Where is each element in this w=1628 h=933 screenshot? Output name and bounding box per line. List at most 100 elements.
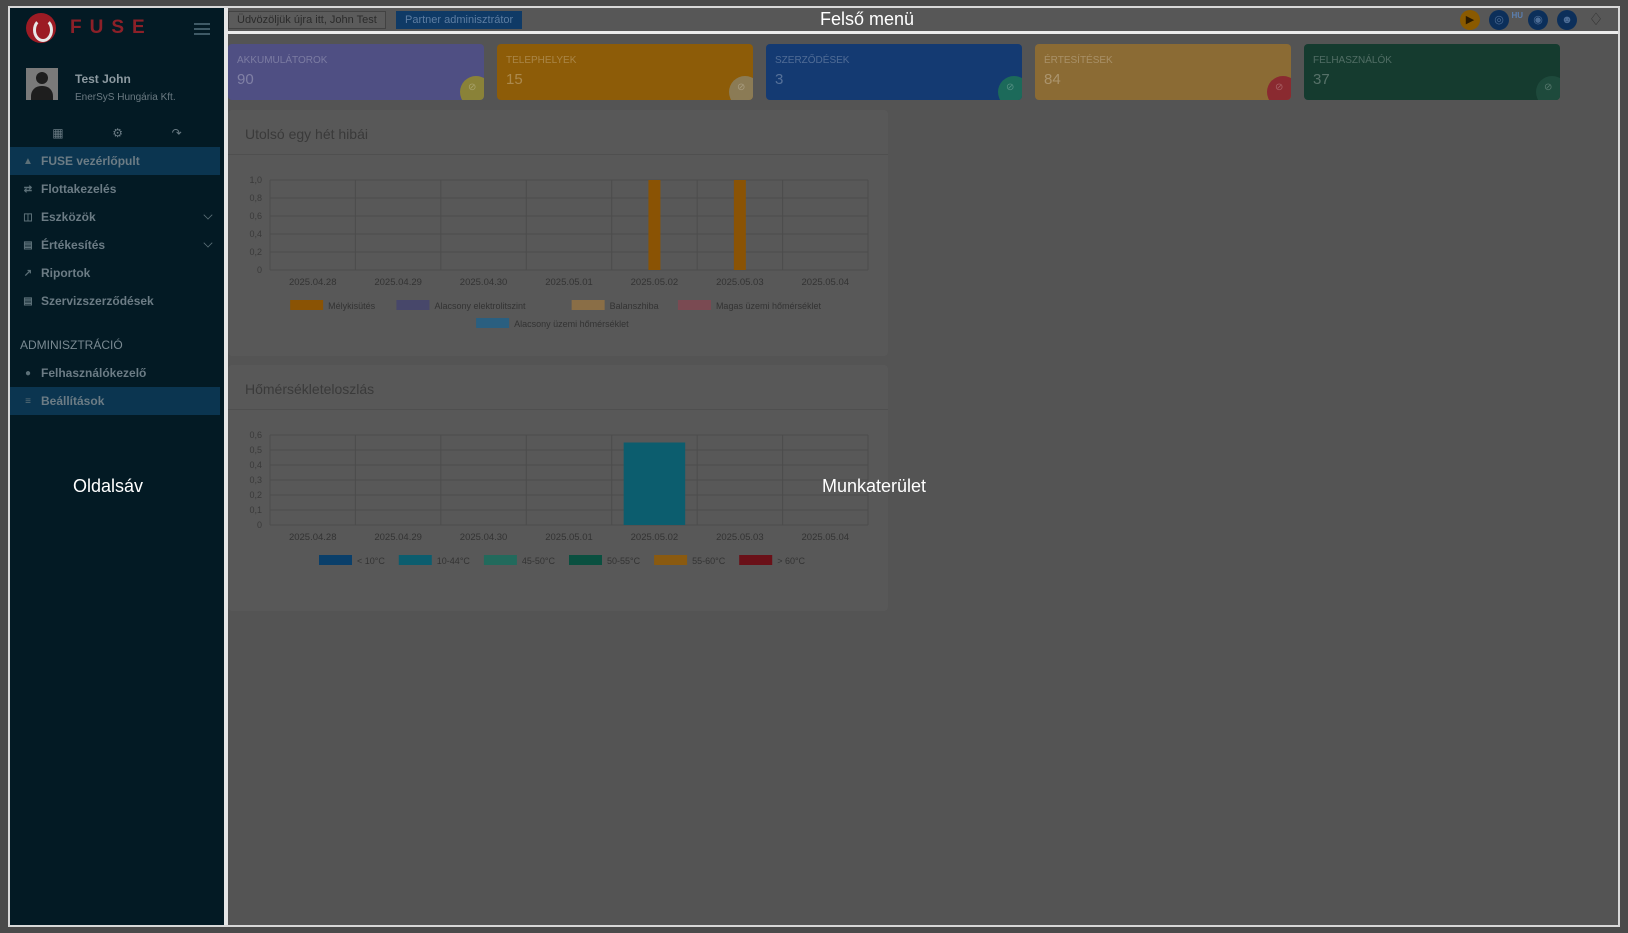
legend-label[interactable]: Balanszhiba: [610, 301, 659, 311]
y-tick-label: 0,4: [249, 229, 262, 239]
sidebar-item-label: Értékesítés: [41, 238, 106, 252]
sidebar-item-service-contracts[interactable]: ▤ Szervizszerződések: [10, 287, 220, 315]
legend-swatch[interactable]: [677, 300, 711, 310]
app-window: FUSE Test John EnerSyS Hungária Kft. ▦ ⚙…: [8, 6, 1620, 927]
device-icon: ◫: [23, 211, 33, 223]
palette-icon[interactable]: ◉: [1528, 10, 1548, 30]
chart-line-icon: ↗: [23, 267, 33, 279]
sidebar-item-label: Riportok: [41, 266, 91, 280]
x-tick-label: 2025.05.03: [716, 532, 764, 543]
sales-icon: ▤: [23, 239, 33, 251]
y-tick-label: 0,6: [249, 211, 262, 221]
calendar-icon[interactable]: ▦: [52, 126, 63, 140]
language-badge: HU: [1511, 11, 1523, 20]
user-circle-icon[interactable]: ☻: [1557, 10, 1577, 30]
y-tick-label: 1,0: [249, 175, 262, 185]
gear-icon[interactable]: ⚙: [112, 126, 123, 140]
sidebar-item-devices[interactable]: ◫ Eszközök: [10, 203, 220, 231]
sidebar-item-dashboard[interactable]: ▲ FUSE vezérlőpult: [10, 147, 220, 175]
x-tick-label: 2025.04.30: [460, 277, 508, 288]
role-badge[interactable]: Partner adminisztrátor: [396, 11, 523, 29]
legend-swatch[interactable]: [476, 318, 510, 328]
card-label: SZERZŐDÉSEK: [775, 55, 850, 66]
x-tick-label: 2025.05.03: [716, 277, 764, 288]
y-tick-label: 0,3: [249, 475, 262, 485]
y-tick-label: 0,2: [249, 247, 262, 257]
sidebar-item-label: FUSE vezérlőpult: [41, 154, 140, 168]
sidebar-annotation: Oldalsáv: [73, 476, 144, 496]
card-value: 90: [237, 71, 254, 88]
contract-icon: ▤: [23, 295, 33, 307]
legend-label[interactable]: 45-50°C: [522, 556, 556, 566]
logout-icon[interactable]: ↷: [172, 126, 182, 140]
card-sites[interactable]: TELEPHELYEK 15 ⊘: [497, 44, 753, 100]
sidebar-item-settings[interactable]: ≡ Beállítások: [10, 387, 220, 415]
legend-swatch[interactable]: [396, 300, 430, 310]
dashboard-icon: ▲: [23, 155, 33, 167]
sidebar-item-sales[interactable]: ▤ Értékesítés: [10, 231, 220, 259]
x-tick-label: 2025.05.01: [545, 277, 593, 288]
x-tick-label: 2025.04.28: [289, 277, 337, 288]
legend-swatch[interactable]: [571, 300, 605, 310]
legend-swatch[interactable]: [398, 555, 432, 565]
legend-label[interactable]: 50-55°C: [607, 556, 641, 566]
card-badge-icon: ⊘: [1536, 76, 1560, 100]
legend-label[interactable]: < 10°C: [357, 556, 385, 566]
legend-label[interactable]: 10-44°C: [437, 556, 471, 566]
legend-swatch[interactable]: [569, 555, 602, 565]
legend-label[interactable]: Magas üzemi hőmérséklet: [716, 301, 822, 311]
x-tick-label: 2025.05.01: [545, 532, 593, 543]
bar[interactable]: [623, 442, 686, 526]
x-tick-label: 2025.05.02: [631, 277, 679, 288]
card-badge-icon: ⊘: [998, 76, 1022, 100]
legend-label[interactable]: 55-60°C: [692, 556, 726, 566]
sidebar-item-fleet[interactable]: ⇄ Flottakezelés: [10, 175, 220, 203]
y-tick-label: 0,1: [249, 505, 262, 515]
legend-label[interactable]: > 60°C: [777, 556, 805, 566]
legend-label[interactable]: Alacsony üzemi hőmérséklet: [514, 319, 629, 329]
legend-label[interactable]: Alacsony elektrolitszint: [434, 301, 526, 311]
legend-swatch[interactable]: [290, 300, 324, 310]
card-batteries[interactable]: AKKUMULÁTOROK 90 ⊘: [228, 44, 484, 100]
bell-icon[interactable]: ♢: [1586, 10, 1606, 30]
hamburger-menu-icon[interactable]: [194, 23, 210, 35]
bar[interactable]: [648, 180, 661, 270]
x-tick-label: 2025.04.29: [374, 532, 422, 543]
card-label: TELEPHELYEK: [506, 55, 577, 66]
x-tick-label: 2025.05.04: [802, 277, 850, 288]
logo[interactable]: FUSE: [26, 12, 153, 44]
legend-swatch[interactable]: [739, 555, 773, 565]
legend-swatch[interactable]: [319, 555, 352, 565]
sidebar-item-user-management[interactable]: ● Felhasználókezelő: [10, 359, 220, 387]
x-tick-label: 2025.05.02: [631, 532, 679, 543]
play-icon[interactable]: ▶: [1460, 10, 1480, 30]
legend-swatch[interactable]: [654, 555, 688, 565]
sidebar-item-label: Felhasználókezelő: [41, 366, 147, 380]
user-name: Test John: [75, 72, 131, 86]
top-icons: ▶ ◎ HU ◉ ☻ ♢: [1460, 10, 1606, 30]
globe-icon[interactable]: ◎ HU: [1489, 10, 1523, 30]
arrows-icon: ⇄: [23, 183, 33, 195]
sidebar: FUSE Test John EnerSyS Hungária Kft. ▦ ⚙…: [10, 8, 224, 925]
card-contracts[interactable]: SZERZŐDÉSEK 3 ⊘: [766, 44, 1022, 100]
sidebar-nav: ▲ FUSE vezérlőpult ⇄ Flottakezelés ◫ Esz…: [10, 147, 220, 415]
user-profile[interactable]: Test John EnerSyS Hungária Kft.: [26, 68, 176, 103]
x-tick-label: 2025.05.04: [802, 532, 850, 543]
y-tick-label: 0,4: [249, 460, 262, 470]
sidebar-item-reports[interactable]: ↗ Riportok: [10, 259, 220, 287]
card-value: 84: [1044, 71, 1061, 88]
y-tick-label: 0: [257, 265, 262, 275]
y-tick-label: 0,8: [249, 193, 262, 203]
card-users[interactable]: FELHASZNÁLÓK 37 ⊘: [1304, 44, 1560, 100]
bar[interactable]: [733, 180, 746, 270]
legend-swatch[interactable]: [483, 555, 517, 565]
user-company: EnerSyS Hungária Kft.: [75, 92, 176, 103]
top-menu-annotation: Felső menü: [820, 9, 915, 29]
admin-section-title: ADMINISZTRÁCIÓ: [20, 338, 123, 352]
y-tick-label: 0,5: [249, 445, 262, 455]
sidebar-item-label: Eszközök: [41, 210, 96, 224]
legend-label[interactable]: Mélykisütés: [328, 301, 376, 311]
card-notifications[interactable]: ÉRTESÍTÉSEK 84 ⊘: [1035, 44, 1291, 100]
sidebar-item-label: Beállítások: [41, 394, 105, 408]
card-badge-icon: ⊘: [729, 76, 753, 100]
